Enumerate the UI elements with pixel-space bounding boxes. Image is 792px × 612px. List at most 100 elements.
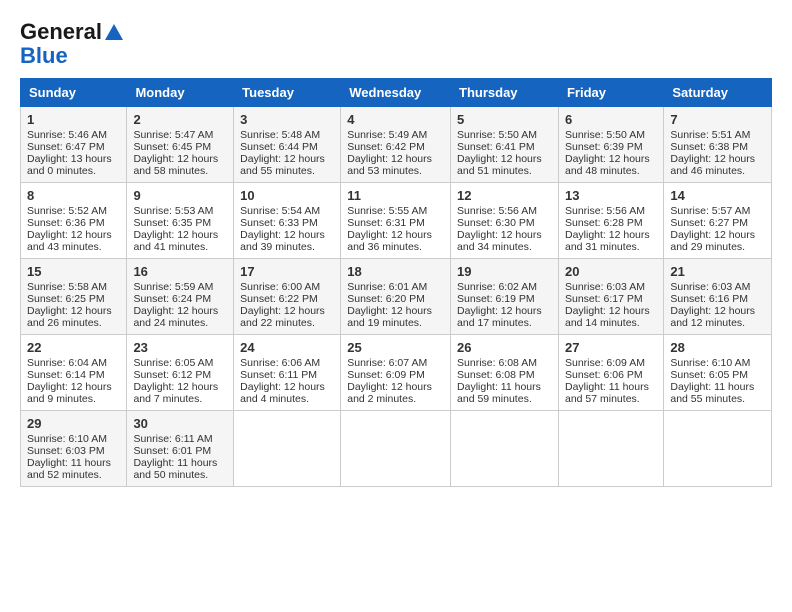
calendar-cell: 24Sunrise: 6:06 AMSunset: 6:11 PMDayligh…	[234, 335, 341, 411]
col-monday: Monday	[127, 79, 234, 107]
sunset: Sunset: 6:20 PM	[347, 293, 425, 305]
sunset: Sunset: 6:33 PM	[240, 217, 318, 229]
sunrise: Sunrise: 5:47 AM	[133, 129, 213, 141]
sunset: Sunset: 6:14 PM	[27, 369, 105, 381]
sunrise: Sunrise: 5:50 AM	[457, 129, 537, 141]
calendar-cell: 20Sunrise: 6:03 AMSunset: 6:17 PMDayligh…	[558, 259, 663, 335]
logo-text: General	[20, 20, 125, 44]
calendar-cell	[451, 411, 559, 487]
calendar-cell: 28 Sunrise: 6:10 AMSunset: 6:05 PMDayligh…	[664, 335, 772, 411]
sunset: Sunset: 6:44 PM	[240, 141, 318, 153]
col-saturday: Saturday	[664, 79, 772, 107]
sunrise: Sunrise: 6:03 AM	[670, 281, 750, 293]
calendar-cell: 8Sunrise: 5:52 AMSunset: 6:36 PMDaylight…	[21, 183, 127, 259]
calendar-cell: 9 Sunrise: 5:53 AMSunset: 6:35 PMDaylight…	[127, 183, 234, 259]
day-number: 24	[240, 340, 334, 355]
sunset: Sunset: 6:47 PM	[27, 141, 105, 153]
daylight-label: Daylight: 11 hours and 52 minutes.	[27, 457, 111, 481]
sunrise: Sunrise: 6:04 AM	[27, 357, 107, 369]
day-number: 10	[240, 188, 334, 203]
daylight-label: Daylight: 12 hours and 41 minutes.	[133, 229, 218, 253]
sunrise: Sunrise: 5:54 AM	[240, 205, 320, 217]
daylight-label: Daylight: 12 hours and 34 minutes.	[457, 229, 542, 253]
day-number: 5	[457, 112, 552, 127]
sunrise: Sunrise: 5:49 AM	[347, 129, 427, 141]
calendar-table: Sunday Monday Tuesday Wednesday Thursday…	[20, 78, 772, 487]
sunset: Sunset: 6:41 PM	[457, 141, 535, 153]
calendar-cell: 23Sunrise: 6:05 AMSunset: 6:12 PMDayligh…	[127, 335, 234, 411]
sunrise: Sunrise: 5:56 AM	[565, 205, 645, 217]
sunset: Sunset: 6:28 PM	[565, 217, 643, 229]
day-number: 1	[27, 112, 120, 127]
daylight-label: Daylight: 12 hours and 58 minutes.	[133, 153, 218, 177]
calendar-cell: 11Sunrise: 5:55 AMSunset: 6:31 PMDayligh…	[341, 183, 451, 259]
daylight-label: Daylight: 12 hours and 26 minutes.	[27, 305, 112, 329]
calendar-cell: 21Sunrise: 6:03 AMSunset: 6:16 PMDayligh…	[664, 259, 772, 335]
daylight-label: Daylight: 12 hours and 14 minutes.	[565, 305, 650, 329]
sunrise: Sunrise: 6:06 AM	[240, 357, 320, 369]
day-number: 28	[670, 340, 765, 355]
calendar-cell: 2Sunrise: 5:47 AMSunset: 6:45 PMDaylight…	[127, 107, 234, 183]
sunrise: Sunrise: 6:10 AM	[670, 357, 750, 369]
sunrise: Sunrise: 5:51 AM	[670, 129, 750, 141]
calendar-cell: 14Sunrise: 5:57 AMSunset: 6:27 PMDayligh…	[664, 183, 772, 259]
day-number: 3	[240, 112, 334, 127]
daylight-label: Daylight: 12 hours and 43 minutes.	[27, 229, 112, 253]
day-number: 16	[133, 264, 227, 279]
sunset: Sunset: 6:01 PM	[133, 445, 211, 457]
calendar-row: 15Sunrise: 5:58 AMSunset: 6:25 PMDayligh…	[21, 259, 772, 335]
day-number: 7	[670, 112, 765, 127]
day-number: 27	[565, 340, 657, 355]
daylight-label: Daylight: 11 hours and 57 minutes.	[565, 381, 649, 405]
sunrise: Sunrise: 6:03 AM	[565, 281, 645, 293]
sunset: Sunset: 6:38 PM	[670, 141, 748, 153]
page-header: General Blue	[20, 20, 772, 68]
sunset: Sunset: 6:16 PM	[670, 293, 748, 305]
sunset: Sunset: 6:05 PM	[670, 369, 748, 381]
day-number: 6	[565, 112, 657, 127]
calendar-cell: 30Sunrise: 6:11 AMSunset: 6:01 PMDayligh…	[127, 411, 234, 487]
daylight-label: Daylight: 12 hours and 53 minutes.	[347, 153, 432, 177]
daylight-label: Daylight: 12 hours and 36 minutes.	[347, 229, 432, 253]
day-number: 9	[133, 188, 227, 203]
col-wednesday: Wednesday	[341, 79, 451, 107]
sunrise: Sunrise: 6:09 AM	[565, 357, 645, 369]
sunset: Sunset: 6:31 PM	[347, 217, 425, 229]
sunrise: Sunrise: 5:58 AM	[27, 281, 107, 293]
daylight-label: Daylight: 12 hours and 4 minutes.	[240, 381, 325, 405]
day-number: 17	[240, 264, 334, 279]
daylight-label: Daylight: 12 hours and 17 minutes.	[457, 305, 542, 329]
sunset: Sunset: 6:45 PM	[133, 141, 211, 153]
sunrise: Sunrise: 6:08 AM	[457, 357, 537, 369]
daylight-label: Daylight: 12 hours and 19 minutes.	[347, 305, 432, 329]
daylight-label: Daylight: 12 hours and 48 minutes.	[565, 153, 650, 177]
day-number: 22	[27, 340, 120, 355]
calendar-row: 29Sunrise: 6:10 AMSunset: 6:03 PMDayligh…	[21, 411, 772, 487]
daylight-label: Daylight: 12 hours and 12 minutes.	[670, 305, 755, 329]
calendar-cell	[664, 411, 772, 487]
day-number: 18	[347, 264, 444, 279]
day-number: 11	[347, 188, 444, 203]
calendar-cell	[234, 411, 341, 487]
sunset: Sunset: 6:42 PM	[347, 141, 425, 153]
sunrise: Sunrise: 5:53 AM	[133, 205, 213, 217]
daylight-label: Daylight: 13 hours and 0 minutes.	[27, 153, 112, 177]
daylight-label: Daylight: 11 hours and 55 minutes.	[670, 381, 754, 405]
daylight-label: Daylight: 12 hours and 51 minutes.	[457, 153, 542, 177]
sunrise: Sunrise: 5:50 AM	[565, 129, 645, 141]
daylight-label: Daylight: 12 hours and 29 minutes.	[670, 229, 755, 253]
calendar-cell: 29Sunrise: 6:10 AMSunset: 6:03 PMDayligh…	[21, 411, 127, 487]
day-number: 26	[457, 340, 552, 355]
calendar-cell: 16Sunrise: 5:59 AMSunset: 6:24 PMDayligh…	[127, 259, 234, 335]
col-tuesday: Tuesday	[234, 79, 341, 107]
sunrise: Sunrise: 6:00 AM	[240, 281, 320, 293]
logo-blue: Blue	[20, 44, 125, 68]
col-friday: Friday	[558, 79, 663, 107]
day-number: 19	[457, 264, 552, 279]
calendar-cell	[558, 411, 663, 487]
sunset: Sunset: 6:35 PM	[133, 217, 211, 229]
sunset: Sunset: 6:22 PM	[240, 293, 318, 305]
calendar-cell: 1Sunrise: 5:46 AMSunset: 6:47 PMDaylight…	[21, 107, 127, 183]
daylight-label: Daylight: 12 hours and 39 minutes.	[240, 229, 325, 253]
daylight-label: Daylight: 12 hours and 55 minutes.	[240, 153, 325, 177]
